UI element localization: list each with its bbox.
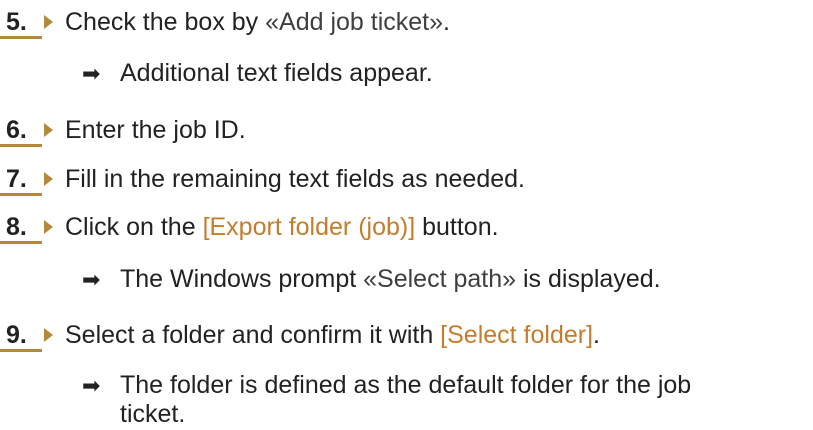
- result-text: Additional text fields appear.: [120, 59, 433, 87]
- step-6: 6. Enter the job ID.: [0, 116, 246, 147]
- right-arrow-icon: ➡: [82, 61, 101, 86]
- step-8: 8. Click on the [Export folder (job)] bu…: [0, 213, 499, 244]
- ui-label: «Add job ticket»: [265, 8, 444, 36]
- step-number: 7.: [0, 166, 42, 196]
- step-7: 7. Fill in the remaining text fields as …: [0, 165, 525, 196]
- step-arrow-icon: [44, 328, 53, 342]
- ui-button-label: [Export folder (job)]: [202, 213, 416, 241]
- step-number: 5.: [0, 9, 42, 39]
- step-number: 9.: [0, 322, 42, 352]
- step-arrow-icon: [44, 172, 53, 186]
- step-arrow-icon: [44, 15, 53, 29]
- step-arrow-icon: [44, 123, 53, 137]
- step-text: Select a folder and confirm it with [Sel…: [65, 321, 600, 349]
- step-number: 8.: [0, 214, 42, 244]
- step-arrow-icon: [44, 220, 53, 234]
- step-5: 5. Check the box by «Add job ticket».: [0, 8, 450, 39]
- right-arrow-icon: ➡: [82, 267, 101, 292]
- instruction-document: 5. Check the box by «Add job ticket». ➡ …: [0, 0, 813, 430]
- step-text: Enter the job ID.: [65, 116, 246, 144]
- result-text: The Windows prompt «Select path» is disp…: [120, 265, 661, 293]
- right-arrow-icon: ➡: [82, 373, 101, 398]
- ui-label: «Select path»: [363, 265, 517, 293]
- result-5: ➡ Additional text fields appear.: [82, 59, 433, 88]
- result-9-continued: ticket.: [120, 400, 185, 429]
- step-text: Check the box by «Add job ticket».: [65, 8, 450, 36]
- result-text: ticket.: [120, 400, 186, 428]
- step-number: 6.: [0, 117, 42, 147]
- result-8: ➡ The Windows prompt «Select path» is di…: [82, 265, 661, 294]
- result-9: ➡ The folder is defined as the default f…: [82, 371, 691, 400]
- step-9: 9. Select a folder and confirm it with […: [0, 321, 600, 352]
- result-text: The folder is defined as the default fol…: [120, 371, 692, 399]
- step-text: Fill in the remaining text fields as nee…: [65, 165, 525, 193]
- step-text: Click on the [Export folder (job)] butto…: [65, 213, 499, 241]
- ui-button-label: [Select folder]: [440, 321, 594, 349]
